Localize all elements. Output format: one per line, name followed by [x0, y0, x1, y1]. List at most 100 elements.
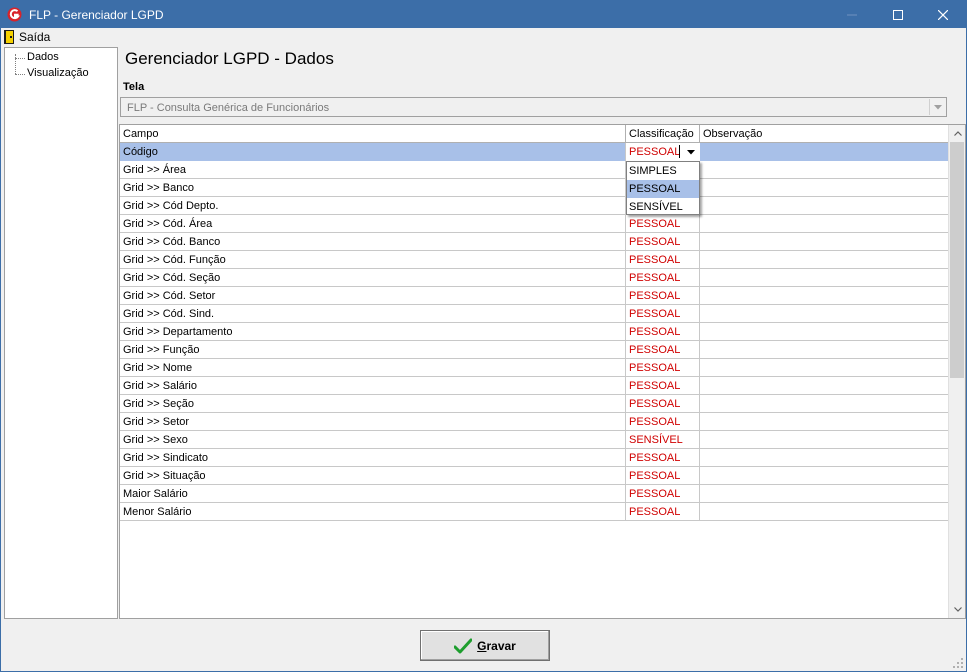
classification-editor[interactable]: PESSOAL	[626, 143, 700, 161]
cell-classificacao[interactable]: PESSOAL	[626, 467, 700, 485]
tela-select-button[interactable]	[929, 99, 945, 115]
cell-campo[interactable]: Grid >> Cód. Função	[120, 251, 626, 269]
cell-classificacao[interactable]: PESSOAL	[626, 341, 700, 359]
table-row[interactable]: Grid >> Cód. Seção PESSOAL	[120, 269, 949, 287]
cell-observacao[interactable]	[700, 305, 949, 323]
table-row[interactable]: Grid >> Cód. Banco PESSOAL	[120, 233, 949, 251]
cell-classificacao[interactable]: SENSÍVEL	[626, 431, 700, 449]
table-row[interactable]: Grid >> Cód. Sind. PESSOAL	[120, 305, 949, 323]
resize-grip-icon[interactable]	[952, 657, 964, 669]
maximize-button[interactable]	[875, 1, 921, 28]
cell-classificacao[interactable]: PESSOAL	[626, 395, 700, 413]
cell-campo[interactable]: Maior Salário	[120, 485, 626, 503]
minimize-button[interactable]	[829, 1, 875, 28]
tela-select[interactable]: FLP - Consulta Genérica de Funcionários	[120, 97, 947, 117]
cell-observacao[interactable]	[700, 179, 949, 197]
table-row[interactable]: Grid >> Cód Depto.	[120, 197, 949, 215]
cell-campo[interactable]: Grid >> Setor	[120, 413, 626, 431]
dropdown-option-pessoal[interactable]: PESSOAL	[627, 180, 699, 198]
table-row[interactable]: Grid >> Departamento PESSOAL	[120, 323, 949, 341]
cell-campo[interactable]: Grid >> Nome	[120, 359, 626, 377]
dropdown-option-simples[interactable]: SIMPLES	[627, 162, 699, 180]
scroll-down-button[interactable]	[949, 601, 965, 618]
cell-classificacao[interactable]: PESSOAL	[626, 233, 700, 251]
cell-observacao[interactable]	[700, 467, 949, 485]
cell-observacao[interactable]	[700, 431, 949, 449]
table-row[interactable]: Grid >> Função PESSOAL	[120, 341, 949, 359]
table-row[interactable]: Grid >> Situação PESSOAL	[120, 467, 949, 485]
cell-classificacao[interactable]: PESSOAL	[626, 377, 700, 395]
column-header-classificacao[interactable]: Classificação	[626, 125, 700, 143]
table-row[interactable]: Maior Salário PESSOAL	[120, 485, 949, 503]
cell-campo[interactable]: Grid >> Função	[120, 341, 626, 359]
grid-vertical-scrollbar[interactable]	[948, 125, 965, 618]
cell-classificacao[interactable]: PESSOAL	[626, 215, 700, 233]
table-row[interactable]: Grid >> Nome PESSOAL	[120, 359, 949, 377]
cell-observacao[interactable]	[700, 449, 949, 467]
cell-classificacao[interactable]: PESSOAL	[626, 305, 700, 323]
cell-campo[interactable]: Grid >> Área	[120, 161, 626, 179]
table-row[interactable]: Grid >> Sindicato PESSOAL	[120, 449, 949, 467]
classification-dropdown-button[interactable]	[683, 144, 699, 160]
cell-observacao[interactable]	[700, 269, 949, 287]
cell-classificacao[interactable]: PESSOAL	[626, 449, 700, 467]
cell-classificacao[interactable]: PESSOAL	[626, 485, 700, 503]
table-row[interactable]: Grid >> Cód. Função PESSOAL	[120, 251, 949, 269]
table-row[interactable]: Grid >> Cód. Área PESSOAL	[120, 215, 949, 233]
cell-campo[interactable]: Grid >> Cód. Sind.	[120, 305, 626, 323]
cell-campo[interactable]: Grid >> Salário	[120, 377, 626, 395]
cell-observacao[interactable]	[700, 503, 949, 521]
scroll-thumb[interactable]	[950, 142, 964, 378]
cell-observacao[interactable]	[700, 161, 949, 179]
cell-campo[interactable]: Grid >> Cód. Área	[120, 215, 626, 233]
cell-observacao[interactable]	[700, 323, 949, 341]
tree-item-visualizacao[interactable]: Visualização	[5, 67, 117, 81]
cell-observacao[interactable]	[700, 215, 949, 233]
table-row[interactable]: Menor Salário PESSOAL	[120, 503, 949, 521]
column-header-observacao[interactable]: Observação	[700, 125, 949, 143]
cell-classificacao[interactable]: PESSOAL	[626, 323, 700, 341]
table-row[interactable]: Grid >> Seção PESSOAL	[120, 395, 949, 413]
cell-campo[interactable]: Grid >> Cód. Banco	[120, 233, 626, 251]
cell-campo[interactable]: Grid >> Cód. Setor	[120, 287, 626, 305]
scroll-up-button[interactable]	[949, 125, 965, 142]
dropdown-option-sensivel[interactable]: SENSÍVEL	[627, 198, 699, 216]
column-header-campo[interactable]: Campo	[120, 125, 626, 143]
cell-observacao[interactable]	[700, 485, 949, 503]
table-row[interactable]: Grid >> Salário PESSOAL	[120, 377, 949, 395]
table-row[interactable]: Grid >> Setor PESSOAL	[120, 413, 949, 431]
cell-observacao[interactable]	[700, 197, 949, 215]
cell-campo[interactable]: Grid >> Situação	[120, 467, 626, 485]
cell-classificacao[interactable]: PESSOAL	[626, 503, 700, 521]
cell-observacao[interactable]	[700, 233, 949, 251]
cell-classificacao[interactable]: PESSOAL	[626, 287, 700, 305]
cell-classificacao[interactable]: PESSOAL	[626, 413, 700, 431]
cell-campo[interactable]: Grid >> Cód Depto.	[120, 197, 626, 215]
cell-campo[interactable]: Grid >> Cód. Seção	[120, 269, 626, 287]
save-button[interactable]: Gravar	[420, 630, 550, 661]
close-button[interactable]	[920, 1, 966, 28]
cell-campo[interactable]: Grid >> Sexo	[120, 431, 626, 449]
table-row[interactable]: Grid >> Área	[120, 161, 949, 179]
cell-observacao[interactable]	[700, 413, 949, 431]
cell-observacao[interactable]	[700, 395, 949, 413]
cell-observacao[interactable]	[700, 251, 949, 269]
table-row[interactable]: Grid >> Cód. Setor PESSOAL	[120, 287, 949, 305]
cell-observacao[interactable]	[700, 377, 949, 395]
cell-classificacao[interactable]: PESSOAL	[626, 251, 700, 269]
menu-exit[interactable]: Saída	[4, 29, 50, 45]
cell-observacao[interactable]	[700, 287, 949, 305]
table-row[interactable]: Grid >> Banco	[120, 179, 949, 197]
cell-campo[interactable]: Grid >> Banco	[120, 179, 626, 197]
cell-campo[interactable]: Grid >> Seção	[120, 395, 626, 413]
cell-campo[interactable]: Menor Salário	[120, 503, 626, 521]
cell-observacao[interactable]	[700, 359, 949, 377]
cell-classificacao[interactable]: PESSOAL	[626, 269, 700, 287]
cell-campo[interactable]: Código	[120, 143, 626, 161]
cell-campo[interactable]: Grid >> Sindicato	[120, 449, 626, 467]
table-row[interactable]: Código PESSOAL	[120, 143, 949, 161]
tree-item-dados[interactable]: Dados	[5, 51, 117, 65]
cell-observacao[interactable]	[700, 341, 949, 359]
cell-classificacao[interactable]: PESSOAL	[626, 359, 700, 377]
cell-campo[interactable]: Grid >> Departamento	[120, 323, 626, 341]
